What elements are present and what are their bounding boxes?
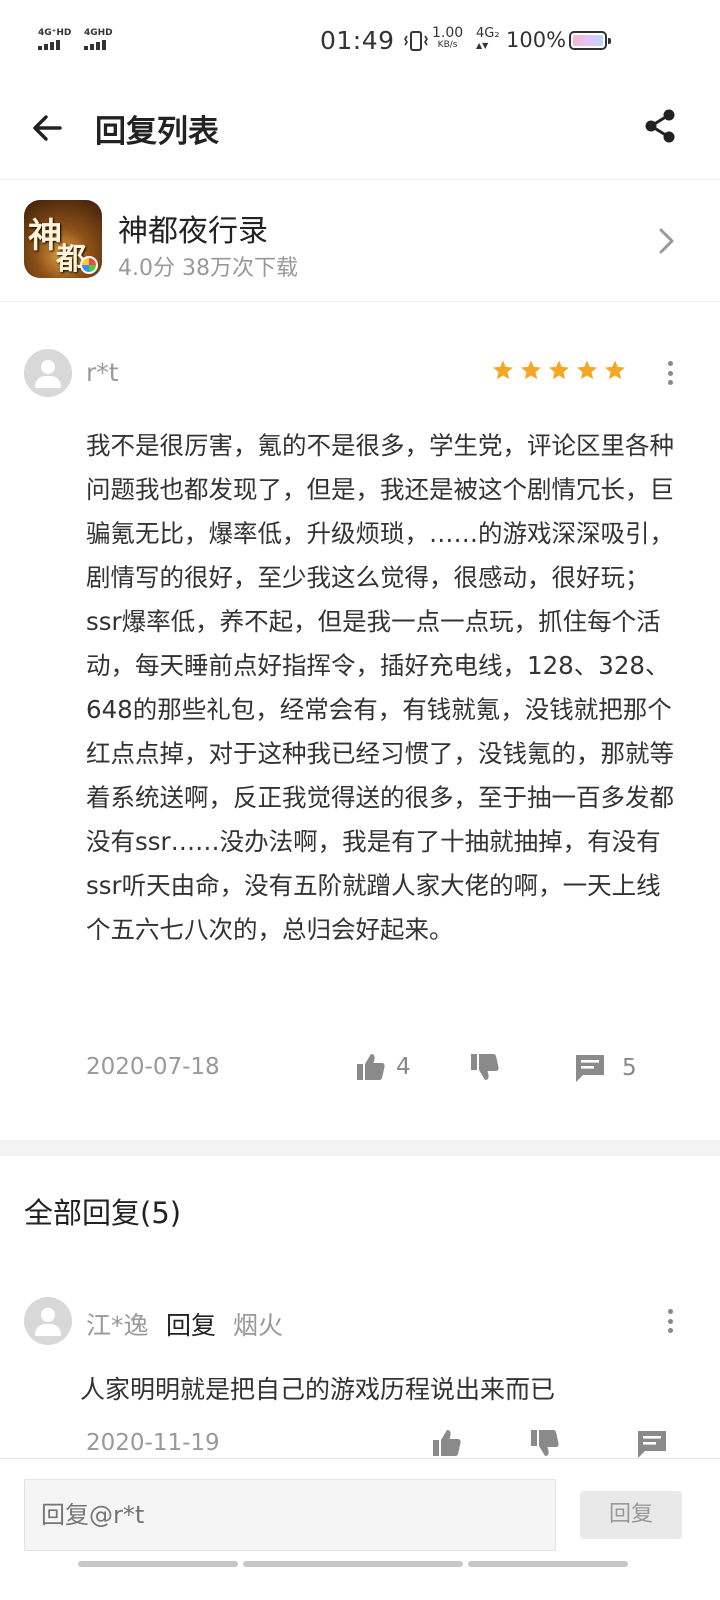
comment-button[interactable]: 5	[574, 1052, 637, 1084]
reply-target-name[interactable]: 烟火	[233, 1306, 283, 1342]
reply-more-icon[interactable]	[660, 1306, 680, 1336]
net-speed: 1.00 KB/s	[432, 25, 464, 50]
comment-count: 5	[622, 1055, 637, 1081]
thumbs-up-icon	[433, 1430, 461, 1456]
reply-user-name[interactable]: 江*逸	[86, 1306, 149, 1342]
reply-date: 2020-11-19	[86, 1430, 220, 1456]
clock: 01:49	[320, 26, 395, 55]
star-icon	[577, 360, 597, 380]
battery-fill	[573, 35, 603, 46]
app-card[interactable]: 神 都 神都夜行录 4.0分 38万次下载	[0, 182, 720, 302]
replies-section-title: 全部回复(5)	[24, 1196, 182, 1230]
app-icon: 神 都	[24, 200, 102, 278]
star-icon	[549, 360, 569, 380]
thumbs-down-icon	[471, 1054, 499, 1080]
reply-input[interactable]	[24, 1479, 556, 1551]
header: 回复列表	[0, 80, 720, 180]
store-badge-icon	[80, 256, 98, 274]
reply-like-button[interactable]	[432, 1428, 462, 1458]
comment-icon	[576, 1055, 604, 1082]
reviewer-avatar[interactable]	[24, 349, 72, 397]
reply-text: 人家明明就是把自己的游戏历程说出来而已	[80, 1375, 556, 1404]
nav-indicator	[243, 1561, 463, 1567]
review-date: 2020-07-18	[86, 1054, 220, 1080]
star-icon	[493, 360, 513, 380]
reply-avatar[interactable]	[24, 1297, 72, 1345]
like-button[interactable]: 4	[356, 1052, 411, 1082]
app-meta: 4.0分 38万次下载	[118, 256, 298, 281]
send-reply-button[interactable]: 回复	[580, 1491, 682, 1539]
rating-stars	[492, 359, 626, 381]
star-icon	[605, 360, 625, 380]
chevron-right-icon	[659, 228, 674, 254]
section-divider	[0, 1140, 720, 1156]
app-name: 神都夜行录	[118, 214, 268, 249]
like-count: 4	[396, 1054, 411, 1080]
reply-comment-button[interactable]	[636, 1428, 668, 1460]
battery-percent: 100%	[506, 28, 567, 52]
thumbs-down-icon	[531, 1430, 559, 1456]
reply-bar: 回复	[0, 1458, 720, 1600]
nav-indicator	[78, 1561, 238, 1567]
app-icon-glyph: 都	[56, 242, 86, 277]
status-bar: 4G⁺HD 4GHD 01:49 1.00 KB/s 4G₂ ▲▼ 100%	[0, 0, 720, 80]
signal-2-icon: 4GHD	[84, 28, 113, 50]
reviewer-name[interactable]: r*t	[86, 358, 119, 387]
comment-icon	[638, 1431, 666, 1458]
battery-icon	[569, 31, 611, 50]
signal-1-icon: 4G⁺HD	[38, 28, 71, 50]
star-icon	[521, 360, 541, 380]
share-icon[interactable]	[640, 106, 680, 146]
nav-indicator	[468, 1561, 628, 1567]
back-arrow-icon[interactable]	[28, 108, 68, 148]
thumbs-up-icon	[357, 1054, 385, 1080]
vibrate-icon	[404, 31, 428, 51]
page-title: 回复列表	[95, 114, 219, 150]
reply-dislike-button[interactable]	[530, 1428, 560, 1458]
reply-verb: 回复	[166, 1311, 217, 1340]
review-text: 我不是很厉害，氪的不是很多，学生党，评论区里各种问题我也都发现了，但是，我还是被…	[86, 431, 674, 944]
review-more-icon[interactable]	[660, 358, 680, 388]
network-type-icon: 4G₂ ▲▼	[476, 26, 500, 50]
dislike-button[interactable]	[470, 1052, 500, 1082]
